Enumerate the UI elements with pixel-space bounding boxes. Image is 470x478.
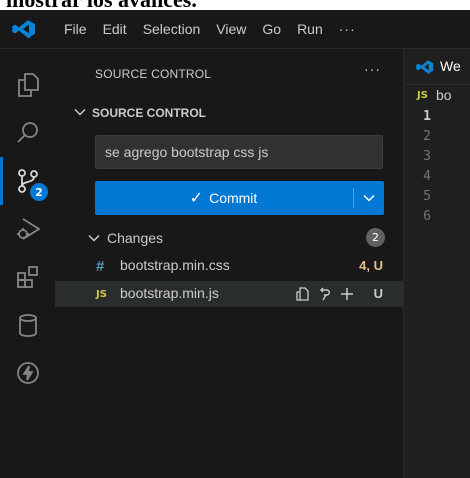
menu-go[interactable]: Go bbox=[262, 21, 281, 37]
menu-file[interactable]: File bbox=[64, 21, 87, 37]
vscode-file-icon bbox=[416, 60, 434, 74]
lightning-icon bbox=[16, 362, 39, 384]
breadcrumb-file: bo bbox=[436, 87, 452, 103]
activity-extensions[interactable] bbox=[0, 253, 55, 301]
commit-message-input[interactable]: se agrego bootstrap css js bbox=[95, 135, 383, 169]
chevron-down-icon bbox=[363, 194, 375, 202]
activity-database[interactable] bbox=[0, 301, 55, 349]
css-file-icon: # bbox=[96, 258, 105, 275]
menu-bar: File Edit Selection View Go Run ··· bbox=[64, 10, 372, 48]
file-name: bootstrap.min.css bbox=[120, 257, 230, 273]
open-file-button[interactable] bbox=[292, 284, 314, 304]
sidebar-more-button[interactable]: ··· bbox=[364, 61, 381, 77]
menu-more[interactable]: ··· bbox=[339, 21, 356, 37]
commit-label: Commit bbox=[209, 190, 258, 206]
extensions-icon bbox=[16, 266, 38, 288]
discard-changes-button[interactable] bbox=[314, 284, 336, 304]
editor-area: We JS bo 1 2 3 4 5 6 bbox=[404, 49, 470, 478]
menu-selection[interactable]: Selection bbox=[143, 21, 201, 37]
commit-button[interactable]: ✓ Commit bbox=[95, 181, 352, 215]
changes-label: Changes bbox=[107, 230, 164, 246]
tab-label: We bbox=[440, 58, 461, 74]
line-number: 2 bbox=[423, 129, 431, 144]
js-file-icon: JS bbox=[417, 90, 428, 101]
commit-dropdown-button[interactable] bbox=[354, 181, 384, 215]
editor-tab[interactable]: We bbox=[404, 49, 470, 85]
section-header[interactable]: SOURCE CONTROL bbox=[55, 103, 403, 125]
title-bar: File Edit Selection View Go Run ··· bbox=[0, 10, 470, 49]
line-number: 4 bbox=[423, 169, 431, 184]
run-debug-icon bbox=[16, 218, 41, 240]
chevron-down-icon bbox=[74, 108, 86, 116]
menu-run[interactable]: Run bbox=[297, 21, 323, 37]
discard-icon bbox=[320, 287, 330, 301]
line-number: 6 bbox=[423, 209, 431, 224]
commit-button-group: ✓ Commit bbox=[95, 181, 384, 215]
section-title: SOURCE CONTROL bbox=[92, 106, 206, 120]
menu-view[interactable]: View bbox=[216, 21, 246, 37]
file-row-css[interactable]: # bootstrap.min.css 4, U bbox=[55, 253, 403, 279]
activity-run-debug[interactable] bbox=[0, 205, 55, 253]
breadcrumb[interactable]: JS bo bbox=[404, 86, 470, 106]
activity-explorer[interactable] bbox=[0, 61, 55, 109]
changes-count-badge: 2 bbox=[366, 228, 385, 247]
vscode-window: File Edit Selection View Go Run ··· 2 SO… bbox=[0, 10, 470, 478]
activity-source-control[interactable]: 2 bbox=[0, 157, 55, 205]
sidebar-title: SOURCE CONTROL bbox=[95, 67, 212, 81]
file-status: U bbox=[373, 286, 383, 301]
source-control-sidebar: SOURCE CONTROL ··· SOURCE CONTROL se agr… bbox=[55, 49, 404, 478]
menu-edit[interactable]: Edit bbox=[103, 21, 127, 37]
file-status: 4, U bbox=[359, 258, 383, 273]
stage-changes-button[interactable] bbox=[336, 284, 358, 304]
chevron-down-icon bbox=[88, 234, 100, 242]
plus-icon bbox=[341, 288, 353, 300]
activity-lightning[interactable] bbox=[0, 349, 55, 397]
activity-bar: 2 bbox=[0, 49, 55, 478]
line-number: 5 bbox=[423, 189, 431, 204]
search-icon bbox=[16, 122, 38, 143]
vscode-logo-icon bbox=[12, 20, 35, 38]
document-text: mostrar los avances. bbox=[6, 0, 197, 10]
line-number: 1 bbox=[423, 109, 431, 124]
explorer-icon bbox=[17, 73, 39, 97]
check-icon: ✓ bbox=[189, 190, 204, 207]
file-actions bbox=[292, 284, 358, 304]
database-icon bbox=[18, 314, 37, 337]
file-row-js[interactable]: JS bootstrap.min.js U bbox=[55, 281, 403, 307]
document-fragment: mostrar los avances. bbox=[0, 0, 470, 10]
scm-badge: 2 bbox=[30, 183, 48, 201]
js-file-icon: JS bbox=[96, 289, 107, 300]
activity-search[interactable] bbox=[0, 109, 55, 157]
changes-header[interactable]: Changes 2 bbox=[55, 227, 403, 249]
line-number: 3 bbox=[423, 149, 431, 164]
open-file-icon bbox=[296, 287, 309, 301]
file-name: bootstrap.min.js bbox=[120, 285, 219, 301]
